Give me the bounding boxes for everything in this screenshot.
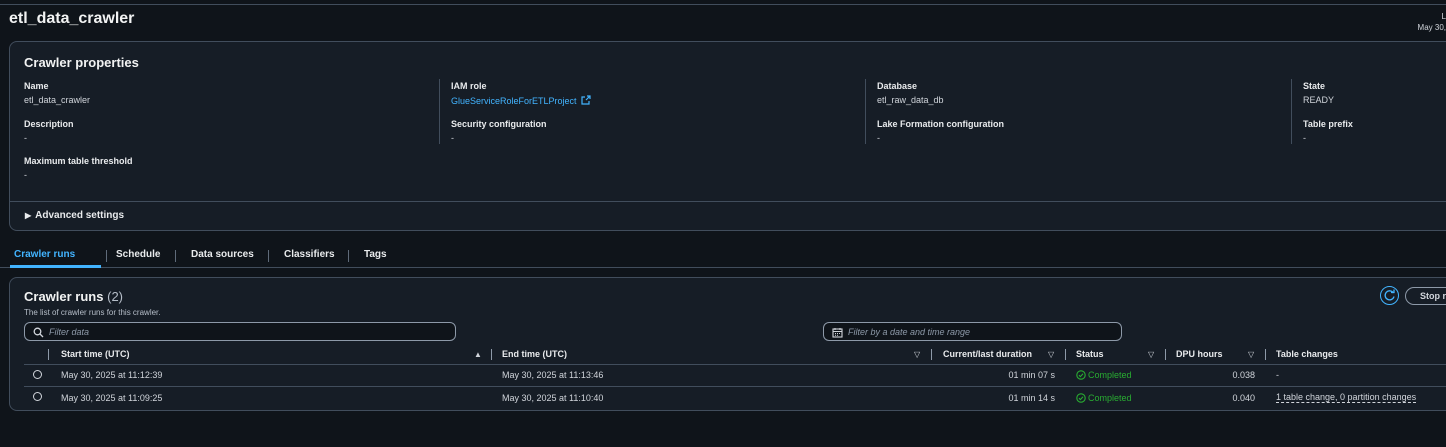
cell-dpu-hours: 0.040 [1232,393,1255,403]
column-header-status[interactable]: Status [1076,349,1104,359]
sort-ascending-icon[interactable]: ▲ [474,350,482,359]
name-value: etl_data_crawler [24,95,91,105]
column-header-table-changes[interactable]: Table changes [1276,349,1338,359]
description-label: Description [24,119,74,129]
crawler-properties-title: Crawler properties [24,55,139,70]
cell-end-time: May 30, 2025 at 11:10:40 [502,393,604,403]
status-badge: Completed [1076,393,1132,403]
column-separator [1065,349,1066,360]
cell-dpu-hours: 0.038 [1232,370,1255,380]
tab-tags[interactable]: Tags [364,244,387,265]
calendar-icon [832,328,843,338]
filter-data-input[interactable]: Filter data [24,322,456,341]
column-separator [1265,349,1266,360]
cell-end-time: May 30, 2025 at 11:13:46 [502,370,604,380]
table-prefix-value: - [1303,133,1306,143]
status-badge: Completed [1076,370,1132,380]
security-configuration-label: Security configuration [451,119,547,129]
tab-crawler-runs[interactable]: Crawler runs [10,244,101,268]
search-icon [33,327,44,338]
status-text: Completed [1088,370,1132,380]
column-header-start-time[interactable]: Start time (UTC) [61,349,130,359]
tab-classifiers[interactable]: Classifiers [284,244,335,265]
cell-duration: 01 min 14 s [1008,393,1055,403]
iam-role-link[interactable]: GlueServiceRoleForETLProject [451,95,591,106]
crawler-properties-panel: Crawler properties Name etl_data_crawler… [9,41,1446,231]
max-table-threshold-label: Maximum table threshold [24,156,133,166]
tab-separator [268,250,269,262]
state-label: State [1303,81,1326,91]
column-divider [439,79,440,144]
cell-table-changes: - [1276,370,1279,380]
header-divider [24,364,1446,365]
crawler-runs-panel: Crawler runs (2) The list of crawler run… [9,277,1446,411]
description-value: - [24,133,27,143]
caret-right-icon: ▶ [25,211,32,220]
sort-icon[interactable]: ▽ [1248,350,1254,359]
column-separator [1165,349,1166,360]
sort-icon[interactable]: ▽ [914,350,920,359]
iam-role-value: GlueServiceRoleForETLProject [451,96,577,106]
status-text: Completed [1088,393,1132,403]
iam-role-label: IAM role [451,81,487,91]
refresh-icon [1384,289,1395,301]
name-label: Name [24,81,49,91]
page-title: etl_data_crawler [9,10,135,27]
column-separator [48,349,49,360]
cell-start-time: May 30, 2025 at 11:12:39 [61,370,163,380]
column-header-duration[interactable]: Current/last duration [943,349,1032,359]
row-divider [24,386,1446,387]
lake-formation-value: - [877,133,880,143]
table-changes-link[interactable]: 1 table change, 0 partition changes [1276,392,1417,403]
state-value: READY [1303,95,1335,105]
tab-bar: Crawler runs Schedule Data sources Class… [10,244,1446,268]
table-prefix-label: Table prefix [1303,119,1353,129]
header-divider [0,4,1446,5]
refresh-button[interactable] [1380,286,1399,305]
last-updated-date: May 30, [1417,23,1446,32]
date-range-placeholder: Filter by a date and time range [848,327,971,337]
external-link-icon [581,95,591,105]
cell-start-time: May 30, 2025 at 11:09:25 [61,393,163,403]
advanced-settings-label: Advanced settings [35,210,125,221]
database-label: Database [877,81,918,91]
cell-duration: 01 min 07 s [1008,370,1055,380]
tab-schedule[interactable]: Schedule [116,244,160,265]
lake-formation-label: Lake Formation configuration [877,119,1005,129]
database-value: etl_raw_data_db [877,95,944,105]
max-table-threshold-value: - [24,170,27,180]
crawler-runs-description: The list of crawler runs for this crawle… [24,308,161,317]
check-circle-icon [1076,393,1086,403]
security-configuration-value: - [451,133,454,143]
crawler-runs-title: Crawler runs (2) [24,289,123,304]
tab-separator [106,250,107,262]
row-select-radio[interactable] [33,392,42,401]
check-circle-icon [1076,370,1086,380]
filter-data-placeholder: Filter data [49,327,90,337]
column-separator [931,349,932,360]
crawler-runs-count: (2) [107,289,123,304]
sort-icon[interactable]: ▽ [1148,350,1154,359]
tab-data-sources[interactable]: Data sources [191,244,254,265]
column-header-dpu-hours[interactable]: DPU hours [1176,349,1223,359]
tab-separator [348,250,349,262]
advanced-settings-toggle[interactable]: ▶ Advanced settings [25,210,124,221]
date-range-filter[interactable]: Filter by a date and time range [823,322,1122,341]
tab-separator [175,250,176,262]
stop-run-button[interactable]: Stop ru [1405,287,1446,305]
last-updated: L May 30, [1418,11,1446,33]
row-select-radio[interactable] [33,370,42,379]
column-divider [1291,79,1292,144]
sort-icon[interactable]: ▽ [1048,350,1054,359]
column-separator [491,349,492,360]
section-divider [10,201,1446,202]
column-header-end-time[interactable]: End time (UTC) [502,349,567,359]
crawler-runs-title-text: Crawler runs [24,289,104,304]
column-divider [865,79,866,144]
last-updated-label: L [1441,12,1446,21]
